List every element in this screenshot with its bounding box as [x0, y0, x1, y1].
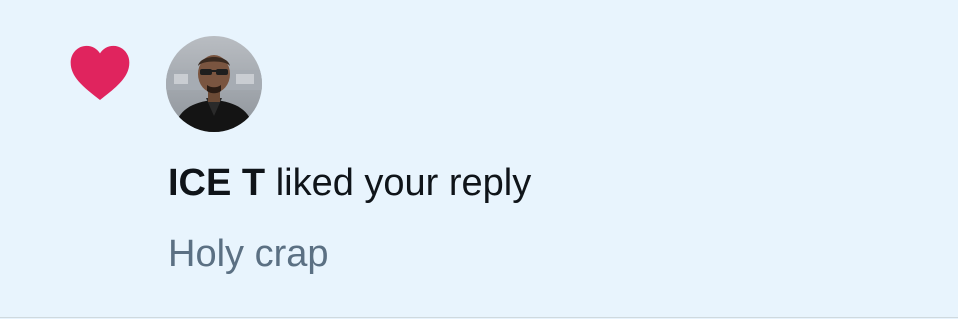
reply-snippet: Holy crap [168, 233, 329, 275]
like-notification[interactable]: ICE T liked your reply Holy crap [0, 0, 958, 318]
avatar-photo [166, 36, 262, 132]
heart-icon [70, 45, 130, 100]
action-text: liked your reply [275, 162, 532, 204]
notification-headline: ICE T liked your reply [168, 160, 531, 206]
user-name[interactable]: ICE T [168, 162, 265, 204]
avatar[interactable] [166, 36, 262, 132]
